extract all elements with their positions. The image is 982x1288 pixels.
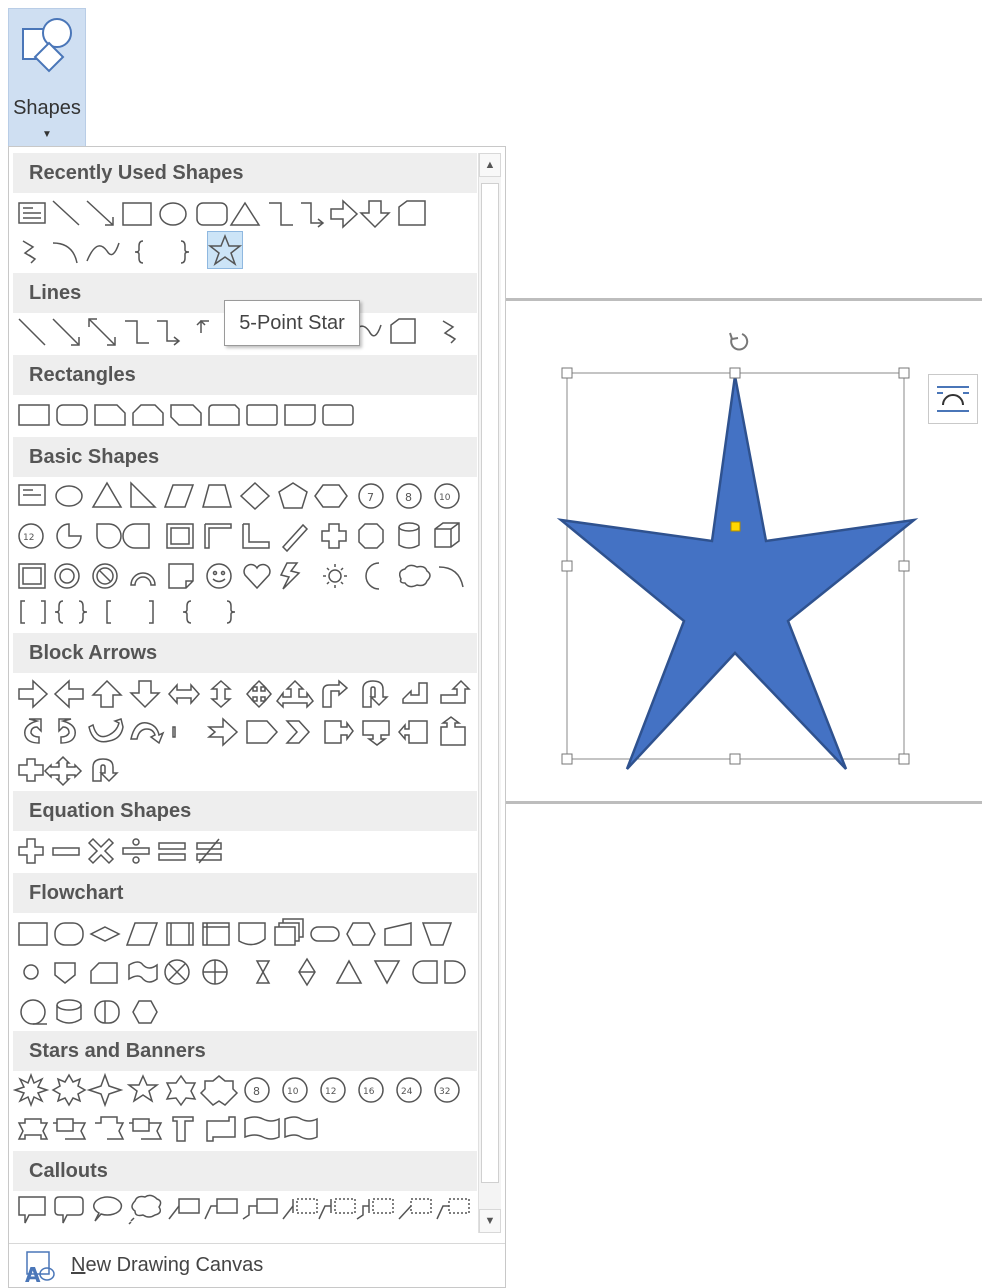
star-shape-selection[interactable] [506, 298, 982, 804]
basic-shapes-row-1[interactable]: 7 8 10 [13, 477, 477, 515]
resize-handle-bottom-left[interactable] [561, 753, 573, 765]
section-block-arrows: Block Arrows [13, 633, 477, 673]
scroll-up-icon[interactable]: ▲ [479, 153, 501, 177]
recent-shapes-row-2[interactable] [13, 233, 477, 271]
svg-text:24: 24 [401, 1087, 413, 1097]
rectangles-row[interactable] [13, 395, 477, 433]
svg-text:8: 8 [405, 491, 412, 504]
resize-handle-top-left[interactable] [561, 367, 573, 379]
block-arrows-row-1[interactable] [13, 675, 477, 713]
recent-5-point-star[interactable] [207, 231, 243, 269]
basic-shapes-row-4[interactable] [13, 593, 477, 631]
layout-options-button[interactable] [928, 374, 978, 424]
svg-text:12: 12 [325, 1087, 336, 1097]
section-callouts: Callouts [13, 1151, 477, 1191]
shapes-icon [22, 18, 72, 73]
five-point-star[interactable] [556, 375, 919, 770]
rotate-handle-icon[interactable] [729, 332, 749, 351]
svg-text:7: 7 [367, 491, 374, 504]
layout-options-icon [937, 386, 969, 412]
basic-shapes-row-2[interactable]: 12 [13, 517, 477, 555]
section-basic-shapes: Basic Shapes [13, 437, 477, 477]
resize-handle-top-right[interactable] [898, 367, 910, 379]
new-drawing-canvas-label: New Drawing Canvas [71, 1254, 264, 1276]
resize-handle-left[interactable] [561, 560, 573, 572]
section-equation-shapes: Equation Shapes [13, 791, 477, 831]
new-drawing-canvas-item[interactable]: A New Drawing Canvas [9, 1243, 505, 1287]
svg-text:8: 8 [253, 1085, 260, 1098]
recent-shapes-row-1[interactable] [13, 195, 477, 233]
svg-text:10: 10 [287, 1087, 299, 1097]
svg-text:16: 16 [363, 1087, 375, 1097]
stars-banners-row-1[interactable]: 8 10 12 16 24 32 [13, 1071, 477, 1109]
gallery-scrollbar[interactable]: ▲ ▼ [478, 153, 501, 1233]
resize-handle-bottom-right[interactable] [898, 753, 910, 765]
flowchart-row-1[interactable] [13, 915, 477, 953]
section-rectangles: Rectangles [13, 355, 477, 395]
svg-text:12: 12 [23, 533, 34, 543]
scrollbar-thumb[interactable] [481, 183, 499, 1183]
section-flowchart: Flowchart [13, 873, 477, 913]
scroll-down-icon[interactable]: ▼ [479, 1209, 501, 1233]
callouts-row-1[interactable] [13, 1191, 477, 1229]
stars-banners-row-2[interactable] [13, 1109, 477, 1147]
chevron-down-icon: ▼ [42, 129, 52, 140]
flowchart-row-3[interactable] [13, 993, 477, 1031]
equation-shapes-row[interactable] [13, 833, 477, 871]
new-drawing-canvas-icon: A [25, 1251, 55, 1286]
block-arrows-row-3[interactable] [13, 751, 477, 789]
svg-text:32: 32 [439, 1087, 450, 1097]
shapes-button-label: Shapes [13, 97, 81, 119]
shape-tooltip: 5-Point Star [224, 300, 360, 346]
block-arrows-row-2[interactable] [13, 713, 477, 751]
resize-handle-bottom[interactable] [729, 753, 741, 765]
shapes-ribbon-button[interactable]: Shapes ▼ [8, 8, 86, 148]
basic-shapes-row-3[interactable] [13, 557, 477, 595]
section-stars-banners: Stars and Banners [13, 1031, 477, 1071]
star-shape-icon [207, 233, 243, 266]
resize-handle-top[interactable] [729, 367, 741, 379]
svg-text:10: 10 [439, 493, 451, 503]
adjust-handle[interactable] [730, 521, 741, 532]
flowchart-row-2[interactable] [13, 953, 477, 991]
resize-handle-right[interactable] [898, 560, 910, 572]
svg-text:A: A [25, 1263, 41, 1286]
section-recently-used: Recently Used Shapes [13, 153, 477, 193]
